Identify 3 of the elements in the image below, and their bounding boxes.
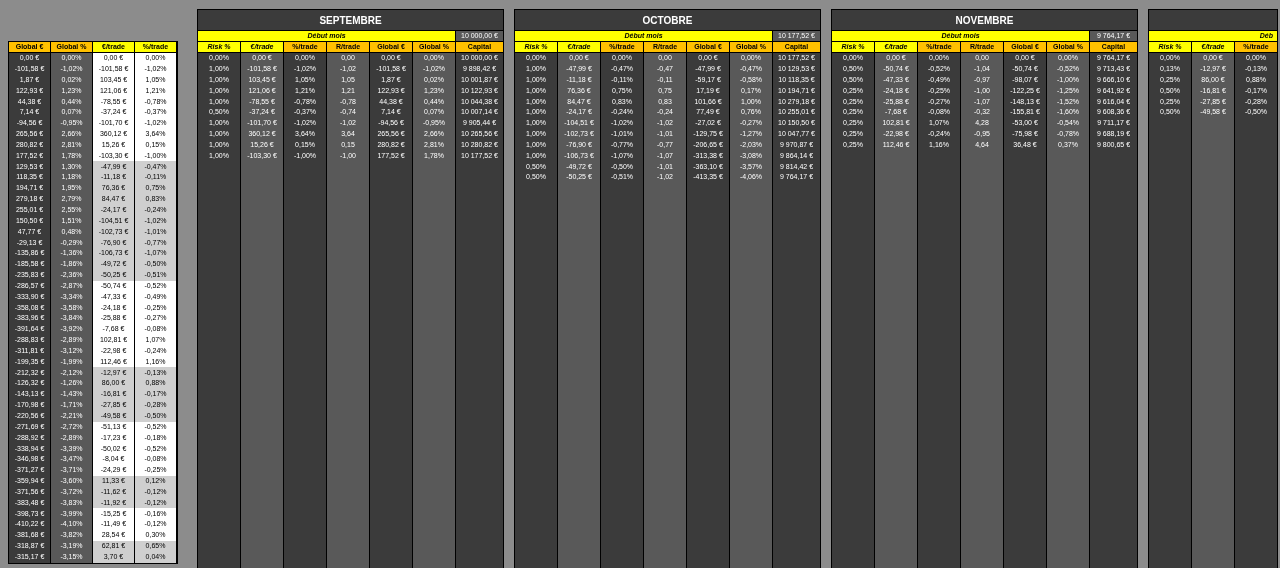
month-title: OCTOBRE [642,13,693,28]
month-title: SEPTEMBRE [319,13,382,28]
month-title: NOVEMBRE [955,13,1014,28]
